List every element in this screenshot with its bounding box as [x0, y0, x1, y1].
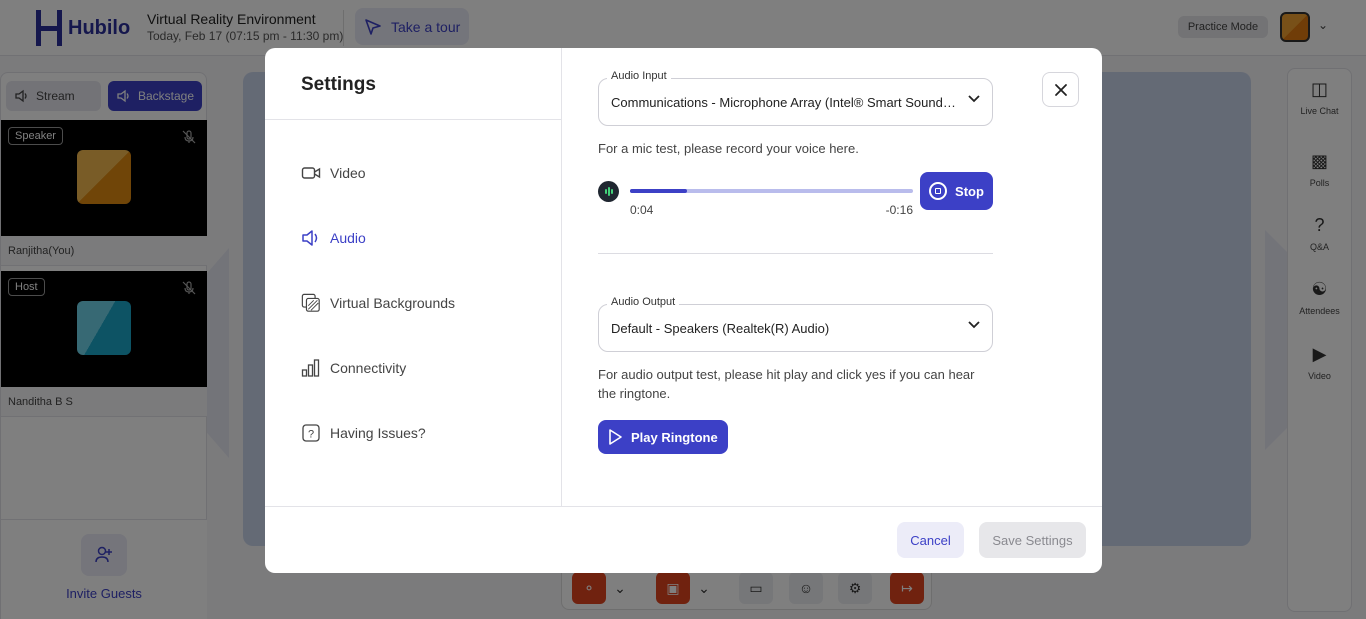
settings-sidebar: Settings Video Audio Virtual Backgrounds…: [265, 48, 562, 506]
help-icon: ?: [301, 423, 321, 443]
camera-icon: [301, 163, 321, 183]
nav-having-issues-label: Having Issues?: [330, 425, 426, 441]
nav-video[interactable]: Video: [301, 160, 366, 186]
elapsed-time: 0:04: [630, 203, 654, 217]
audio-input-select[interactable]: Communications - Microphone Array (Intel…: [598, 78, 993, 126]
close-button[interactable]: [1042, 72, 1079, 107]
speaker-icon: [301, 228, 321, 248]
audio-input-value: Communications - Microphone Array (Intel…: [611, 94, 958, 110]
audio-output-label: Audio Output: [607, 296, 680, 308]
nav-having-issues[interactable]: ? Having Issues?: [301, 420, 426, 446]
nav-audio-label: Audio: [330, 230, 366, 246]
nav-video-label: Video: [330, 165, 366, 181]
close-icon: [1054, 83, 1067, 96]
recording-progress-bar[interactable]: [630, 189, 913, 193]
svg-text:?: ?: [308, 429, 314, 441]
mic-test-instructions: For a mic test, please record your voice…: [598, 141, 859, 156]
signal-icon: [301, 358, 321, 378]
output-test-instructions: For audio output test, please hit play a…: [598, 367, 975, 401]
remaining-time: -0:16: [885, 203, 913, 217]
nav-audio[interactable]: Audio: [301, 225, 366, 251]
play-icon: [609, 429, 622, 445]
play-ringtone-button[interactable]: Play Ringtone: [598, 420, 728, 454]
nav-connectivity[interactable]: Connectivity: [301, 355, 406, 381]
modal-footer: Cancel Save Settings: [265, 506, 1102, 573]
audio-output-value: Default - Speakers (Realtek(R) Audio): [611, 320, 830, 336]
stop-recording-button[interactable]: Stop: [920, 172, 993, 210]
nav-virtual-backgrounds[interactable]: Virtual Backgrounds: [301, 290, 455, 316]
audio-output-select[interactable]: Default - Speakers (Realtek(R) Audio): [598, 304, 993, 352]
recording-progress-fill: [630, 189, 687, 193]
divider: [265, 119, 561, 120]
stop-label: Stop: [955, 183, 984, 199]
cancel-button[interactable]: Cancel: [897, 522, 964, 558]
save-settings-button[interactable]: Save Settings: [979, 522, 1086, 558]
play-ringtone-label: Play Ringtone: [631, 429, 718, 445]
divider: [598, 253, 993, 254]
chevron-down-icon: [968, 94, 980, 106]
settings-modal: Settings Video Audio Virtual Backgrounds…: [265, 48, 1102, 573]
background-icon: [301, 293, 321, 313]
nav-connectivity-label: Connectivity: [330, 360, 407, 376]
nav-virtual-backgrounds-label: Virtual Backgrounds: [330, 295, 456, 311]
stop-icon: [929, 182, 948, 200]
recording-indicator-icon: [598, 181, 619, 202]
modal-title: Settings: [301, 74, 376, 95]
audio-input-label: Audio Input: [607, 70, 671, 82]
chevron-down-icon: [968, 320, 980, 332]
